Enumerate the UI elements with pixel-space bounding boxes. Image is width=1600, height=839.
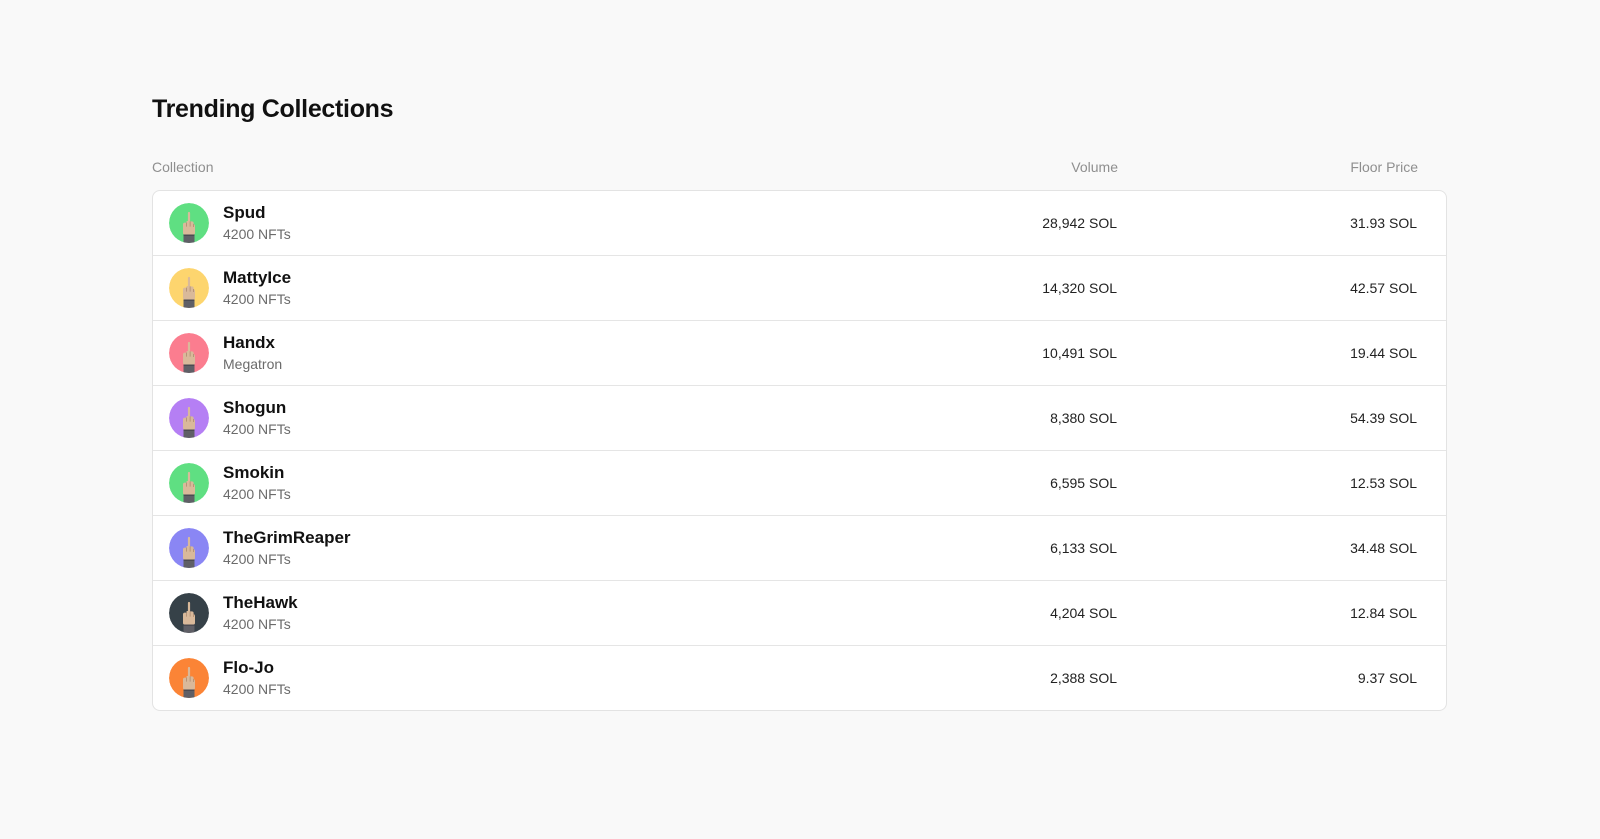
avatar: [169, 528, 209, 568]
collection-subtitle: Megatron: [223, 356, 283, 372]
collection-name: Shogun: [223, 398, 287, 417]
hand-icon: [169, 463, 209, 503]
avatar: [169, 658, 209, 698]
collection-name: TheGrimReaper: [223, 528, 351, 547]
hand-icon: [169, 268, 209, 308]
avatar: [169, 463, 209, 503]
floor-price-value: 9.37 SOL: [1357, 670, 1417, 686]
floor-price-value: 31.93 SOL: [1350, 215, 1417, 231]
table-row[interactable]: Flo-Jo 4200 NFTs 2,388 SOL 9.37 SOL: [153, 645, 1446, 710]
hand-icon: [169, 203, 209, 243]
volume-value: 4,204 SOL: [1050, 605, 1117, 621]
collection-name: Smokin: [223, 463, 285, 482]
volume-value: 14,320 SOL: [1042, 280, 1117, 296]
floor-price-value: 54.39 SOL: [1350, 410, 1417, 426]
table-row[interactable]: Handx Megatron 10,491 SOL 19.44 SOL: [153, 320, 1446, 385]
column-header-collection: Collection: [152, 159, 214, 175]
hand-icon: [169, 593, 209, 633]
collection-name: Spud: [223, 203, 266, 222]
avatar: [169, 398, 209, 438]
collection-subtitle: 4200 NFTs: [223, 226, 291, 242]
avatar: [169, 203, 209, 243]
hand-icon: [169, 398, 209, 438]
table-row[interactable]: Shogun 4200 NFTs 8,380 SOL 54.39 SOL: [153, 385, 1446, 450]
floor-price-value: 34.48 SOL: [1350, 540, 1417, 556]
table-row[interactable]: MattyIce 4200 NFTs 14,320 SOL 42.57 SOL: [153, 255, 1446, 320]
column-header-floor-price: Floor Price: [1350, 159, 1418, 175]
hand-icon: [169, 658, 209, 698]
collection-subtitle: 4200 NFTs: [223, 421, 291, 437]
volume-value: 2,388 SOL: [1050, 670, 1117, 686]
trending-collections-section: Trending Collections Collection Volume F…: [152, 92, 1447, 711]
table-header: Collection Volume Floor Price: [152, 157, 1447, 177]
collection-name: Flo-Jo: [223, 658, 274, 677]
table-row[interactable]: TheGrimReaper 4200 NFTs 6,133 SOL 34.48 …: [153, 515, 1446, 580]
table-row[interactable]: Smokin 4200 NFTs 6,595 SOL 12.53 SOL: [153, 450, 1446, 515]
volume-value: 8,380 SOL: [1050, 410, 1117, 426]
page-title: Trending Collections: [152, 95, 394, 123]
collection-subtitle: 4200 NFTs: [223, 486, 291, 502]
volume-value: 6,133 SOL: [1050, 540, 1117, 556]
collection-subtitle: 4200 NFTs: [223, 551, 291, 567]
floor-price-value: 19.44 SOL: [1350, 345, 1417, 361]
table-row[interactable]: TheHawk 4200 NFTs 4,204 SOL 12.84 SOL: [153, 580, 1446, 645]
floor-price-value: 12.84 SOL: [1350, 605, 1417, 621]
volume-value: 6,595 SOL: [1050, 475, 1117, 491]
volume-value: 28,942 SOL: [1042, 215, 1117, 231]
avatar: [169, 268, 209, 308]
collection-name: TheHawk: [223, 593, 298, 612]
floor-price-value: 42.57 SOL: [1350, 280, 1417, 296]
hand-icon: [169, 333, 209, 373]
avatar: [169, 333, 209, 373]
table-row[interactable]: Spud 4200 NFTs 28,942 SOL 31.93 SOL: [153, 191, 1446, 255]
avatar: [169, 593, 209, 633]
collections-table: Spud 4200 NFTs 28,942 SOL 31.93 SOL Matt…: [152, 190, 1447, 711]
collection-subtitle: 4200 NFTs: [223, 616, 291, 632]
collection-name: MattyIce: [223, 268, 292, 287]
collection-subtitle: 4200 NFTs: [223, 291, 291, 307]
column-header-volume: Volume: [1071, 159, 1118, 175]
collection-subtitle: 4200 NFTs: [223, 681, 291, 697]
floor-price-value: 12.53 SOL: [1350, 475, 1417, 491]
volume-value: 10,491 SOL: [1042, 345, 1117, 361]
collection-name: Handx: [223, 333, 275, 352]
hand-icon: [169, 528, 209, 568]
